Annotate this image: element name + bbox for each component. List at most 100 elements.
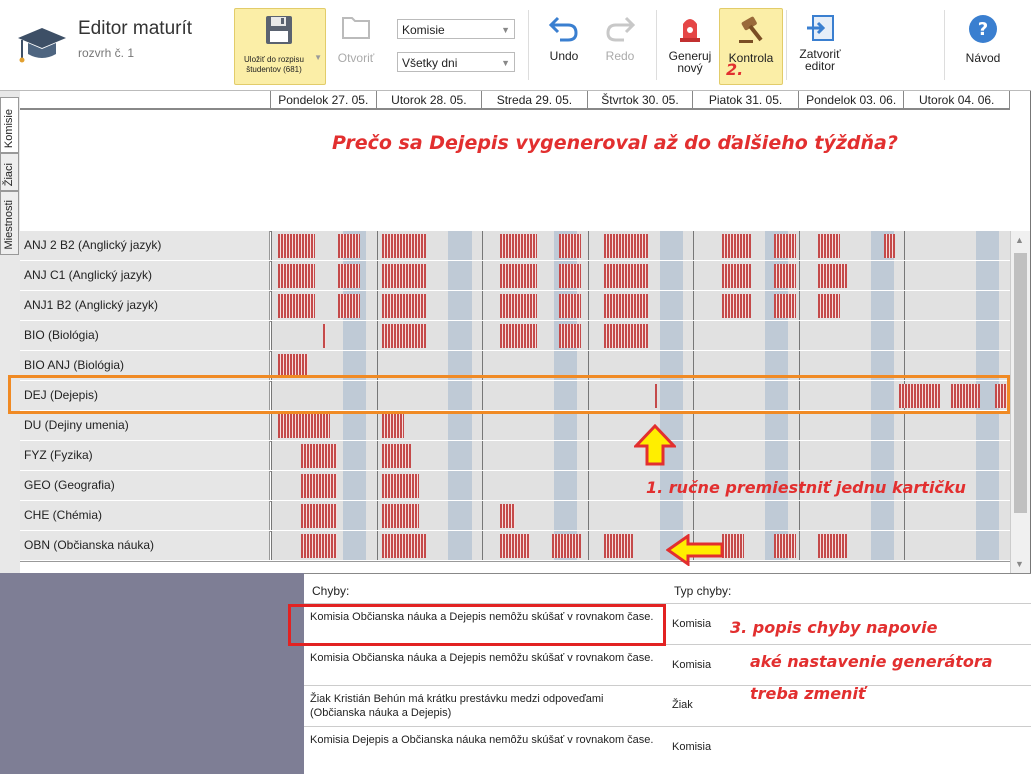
- close-editor-button[interactable]: Zatvoriť editor: [794, 14, 846, 72]
- exit-icon: [807, 15, 834, 41]
- exam-card[interactable]: [337, 294, 360, 318]
- exam-card[interactable]: [603, 294, 648, 318]
- exam-card[interactable]: [559, 264, 582, 288]
- error-row[interactable]: Žiak Kristián Behún má krátku prestávku …: [304, 685, 1031, 726]
- break-band: [870, 501, 894, 530]
- day-separator: [798, 321, 800, 350]
- exam-card[interactable]: [603, 264, 648, 288]
- exam-card[interactable]: [278, 414, 331, 438]
- exam-card[interactable]: [381, 264, 427, 288]
- commission-row-track[interactable]: [271, 501, 1010, 530]
- exam-card[interactable]: [500, 294, 538, 318]
- day-header: Streda 29. 05.: [482, 91, 588, 109]
- commission-row-track[interactable]: [271, 261, 1010, 290]
- days-select[interactable]: Všetky dni ▼: [397, 52, 515, 72]
- commission-row-label[interactable]: ANJ C1 (Anglický jazyk): [20, 261, 270, 290]
- annotation-step1: 1. ručne premiestniť jednu kartičku: [646, 478, 966, 497]
- exam-card[interactable]: [603, 234, 648, 258]
- exam-card[interactable]: [337, 234, 360, 258]
- commission-row-track[interactable]: [271, 321, 1010, 350]
- commission-row-label[interactable]: GEO (Geografia): [20, 471, 270, 500]
- help-button[interactable]: ? Návod: [960, 14, 1006, 64]
- exam-card[interactable]: [559, 234, 582, 258]
- break-band: [976, 531, 1000, 560]
- exam-card[interactable]: [603, 534, 634, 558]
- exam-card[interactable]: [721, 264, 752, 288]
- exam-card[interactable]: [773, 264, 796, 288]
- commission-row-label[interactable]: DU (Dejiny umenia): [20, 411, 270, 440]
- commission-row-label[interactable]: BIO (Biológia): [20, 321, 270, 350]
- exam-card[interactable]: [278, 234, 316, 258]
- scroll-up-icon[interactable]: ▲: [1015, 235, 1024, 245]
- day-separator: [904, 231, 906, 260]
- day-separator: [693, 321, 695, 350]
- error-row[interactable]: Komisia Dejepis a Občianska náuka nemôžu…: [304, 726, 1031, 767]
- exam-card[interactable]: [300, 504, 338, 528]
- exam-card[interactable]: [500, 234, 538, 258]
- exam-card[interactable]: [817, 294, 841, 318]
- exam-card[interactable]: [773, 534, 796, 558]
- exam-card[interactable]: [884, 234, 896, 258]
- exam-card[interactable]: [300, 534, 338, 558]
- exam-card[interactable]: [381, 294, 427, 318]
- undo-button[interactable]: Undo: [544, 14, 584, 62]
- commission-row-label[interactable]: FYZ (Fyzika): [20, 441, 270, 470]
- exam-card[interactable]: [381, 534, 427, 558]
- commission-row-track[interactable]: [271, 231, 1010, 260]
- exam-card[interactable]: [500, 324, 538, 348]
- commission-row: ANJ C1 (Anglický jazyk): [20, 261, 1010, 292]
- generate-new-button[interactable]: Generuj nový: [664, 12, 716, 74]
- exam-card[interactable]: [381, 414, 404, 438]
- tab-komisie[interactable]: Komisie: [0, 97, 19, 153]
- commission-row-label[interactable]: ANJ1 B2 (Anglický jazyk): [20, 291, 270, 320]
- commission-row-track[interactable]: [271, 291, 1010, 320]
- exam-card[interactable]: [381, 444, 412, 468]
- exam-card[interactable]: [721, 294, 752, 318]
- commission-row-label[interactable]: CHE (Chémia): [20, 501, 270, 530]
- exam-card[interactable]: [551, 534, 582, 558]
- day-separator: [587, 411, 589, 440]
- exam-card[interactable]: [721, 234, 752, 258]
- tab-ziaci[interactable]: Žiaci: [0, 153, 19, 191]
- redo-button[interactable]: Redo: [600, 14, 640, 62]
- exam-card[interactable]: [337, 264, 360, 288]
- open-button[interactable]: Otvoriť: [334, 14, 378, 64]
- exam-card[interactable]: [773, 234, 796, 258]
- commission-row: OBN (Občianska náuka): [20, 531, 1010, 562]
- vertical-scrollbar[interactable]: ▲ ▼: [1010, 231, 1030, 573]
- exam-card[interactable]: [381, 324, 427, 348]
- exam-card[interactable]: [817, 234, 841, 258]
- commission-row-label[interactable]: ANJ 2 B2 (Anglický jazyk): [20, 231, 270, 260]
- save-to-student-schedule-button[interactable]: Uložiť do rozpisu študentov (681) ▼: [234, 8, 326, 85]
- exam-card[interactable]: [721, 534, 744, 558]
- annotation-step2: 2.: [726, 60, 744, 79]
- break-band: [342, 471, 366, 500]
- commission-row-label[interactable]: OBN (Občianska náuka): [20, 531, 270, 560]
- commission-select[interactable]: Komisie ▼: [397, 19, 515, 39]
- exam-card[interactable]: [817, 264, 848, 288]
- exam-card[interactable]: [817, 534, 848, 558]
- scrollbar-thumb[interactable]: [1014, 253, 1027, 513]
- exam-card[interactable]: [278, 264, 316, 288]
- exam-card[interactable]: [559, 324, 582, 348]
- exam-card[interactable]: [500, 504, 515, 528]
- tab-miestnosti[interactable]: Miestnosti: [0, 191, 19, 255]
- undo-icon: [548, 16, 578, 42]
- exam-card[interactable]: [773, 294, 796, 318]
- exam-card[interactable]: [381, 474, 419, 498]
- commission-row-track[interactable]: [271, 531, 1010, 560]
- exam-card[interactable]: [500, 264, 538, 288]
- break-band: [870, 261, 894, 290]
- exam-card[interactable]: [500, 534, 530, 558]
- exam-card[interactable]: [603, 324, 648, 348]
- exam-card[interactable]: [381, 504, 419, 528]
- scroll-down-icon[interactable]: ▼: [1015, 559, 1024, 569]
- exam-card[interactable]: [381, 234, 427, 258]
- exam-card[interactable]: [300, 444, 338, 468]
- dropdown-arrow-icon[interactable]: ▼: [314, 53, 322, 62]
- day-separator: [587, 321, 589, 350]
- exam-card[interactable]: [278, 294, 316, 318]
- exam-card[interactable]: [322, 324, 327, 348]
- exam-card[interactable]: [559, 294, 582, 318]
- exam-card[interactable]: [300, 474, 338, 498]
